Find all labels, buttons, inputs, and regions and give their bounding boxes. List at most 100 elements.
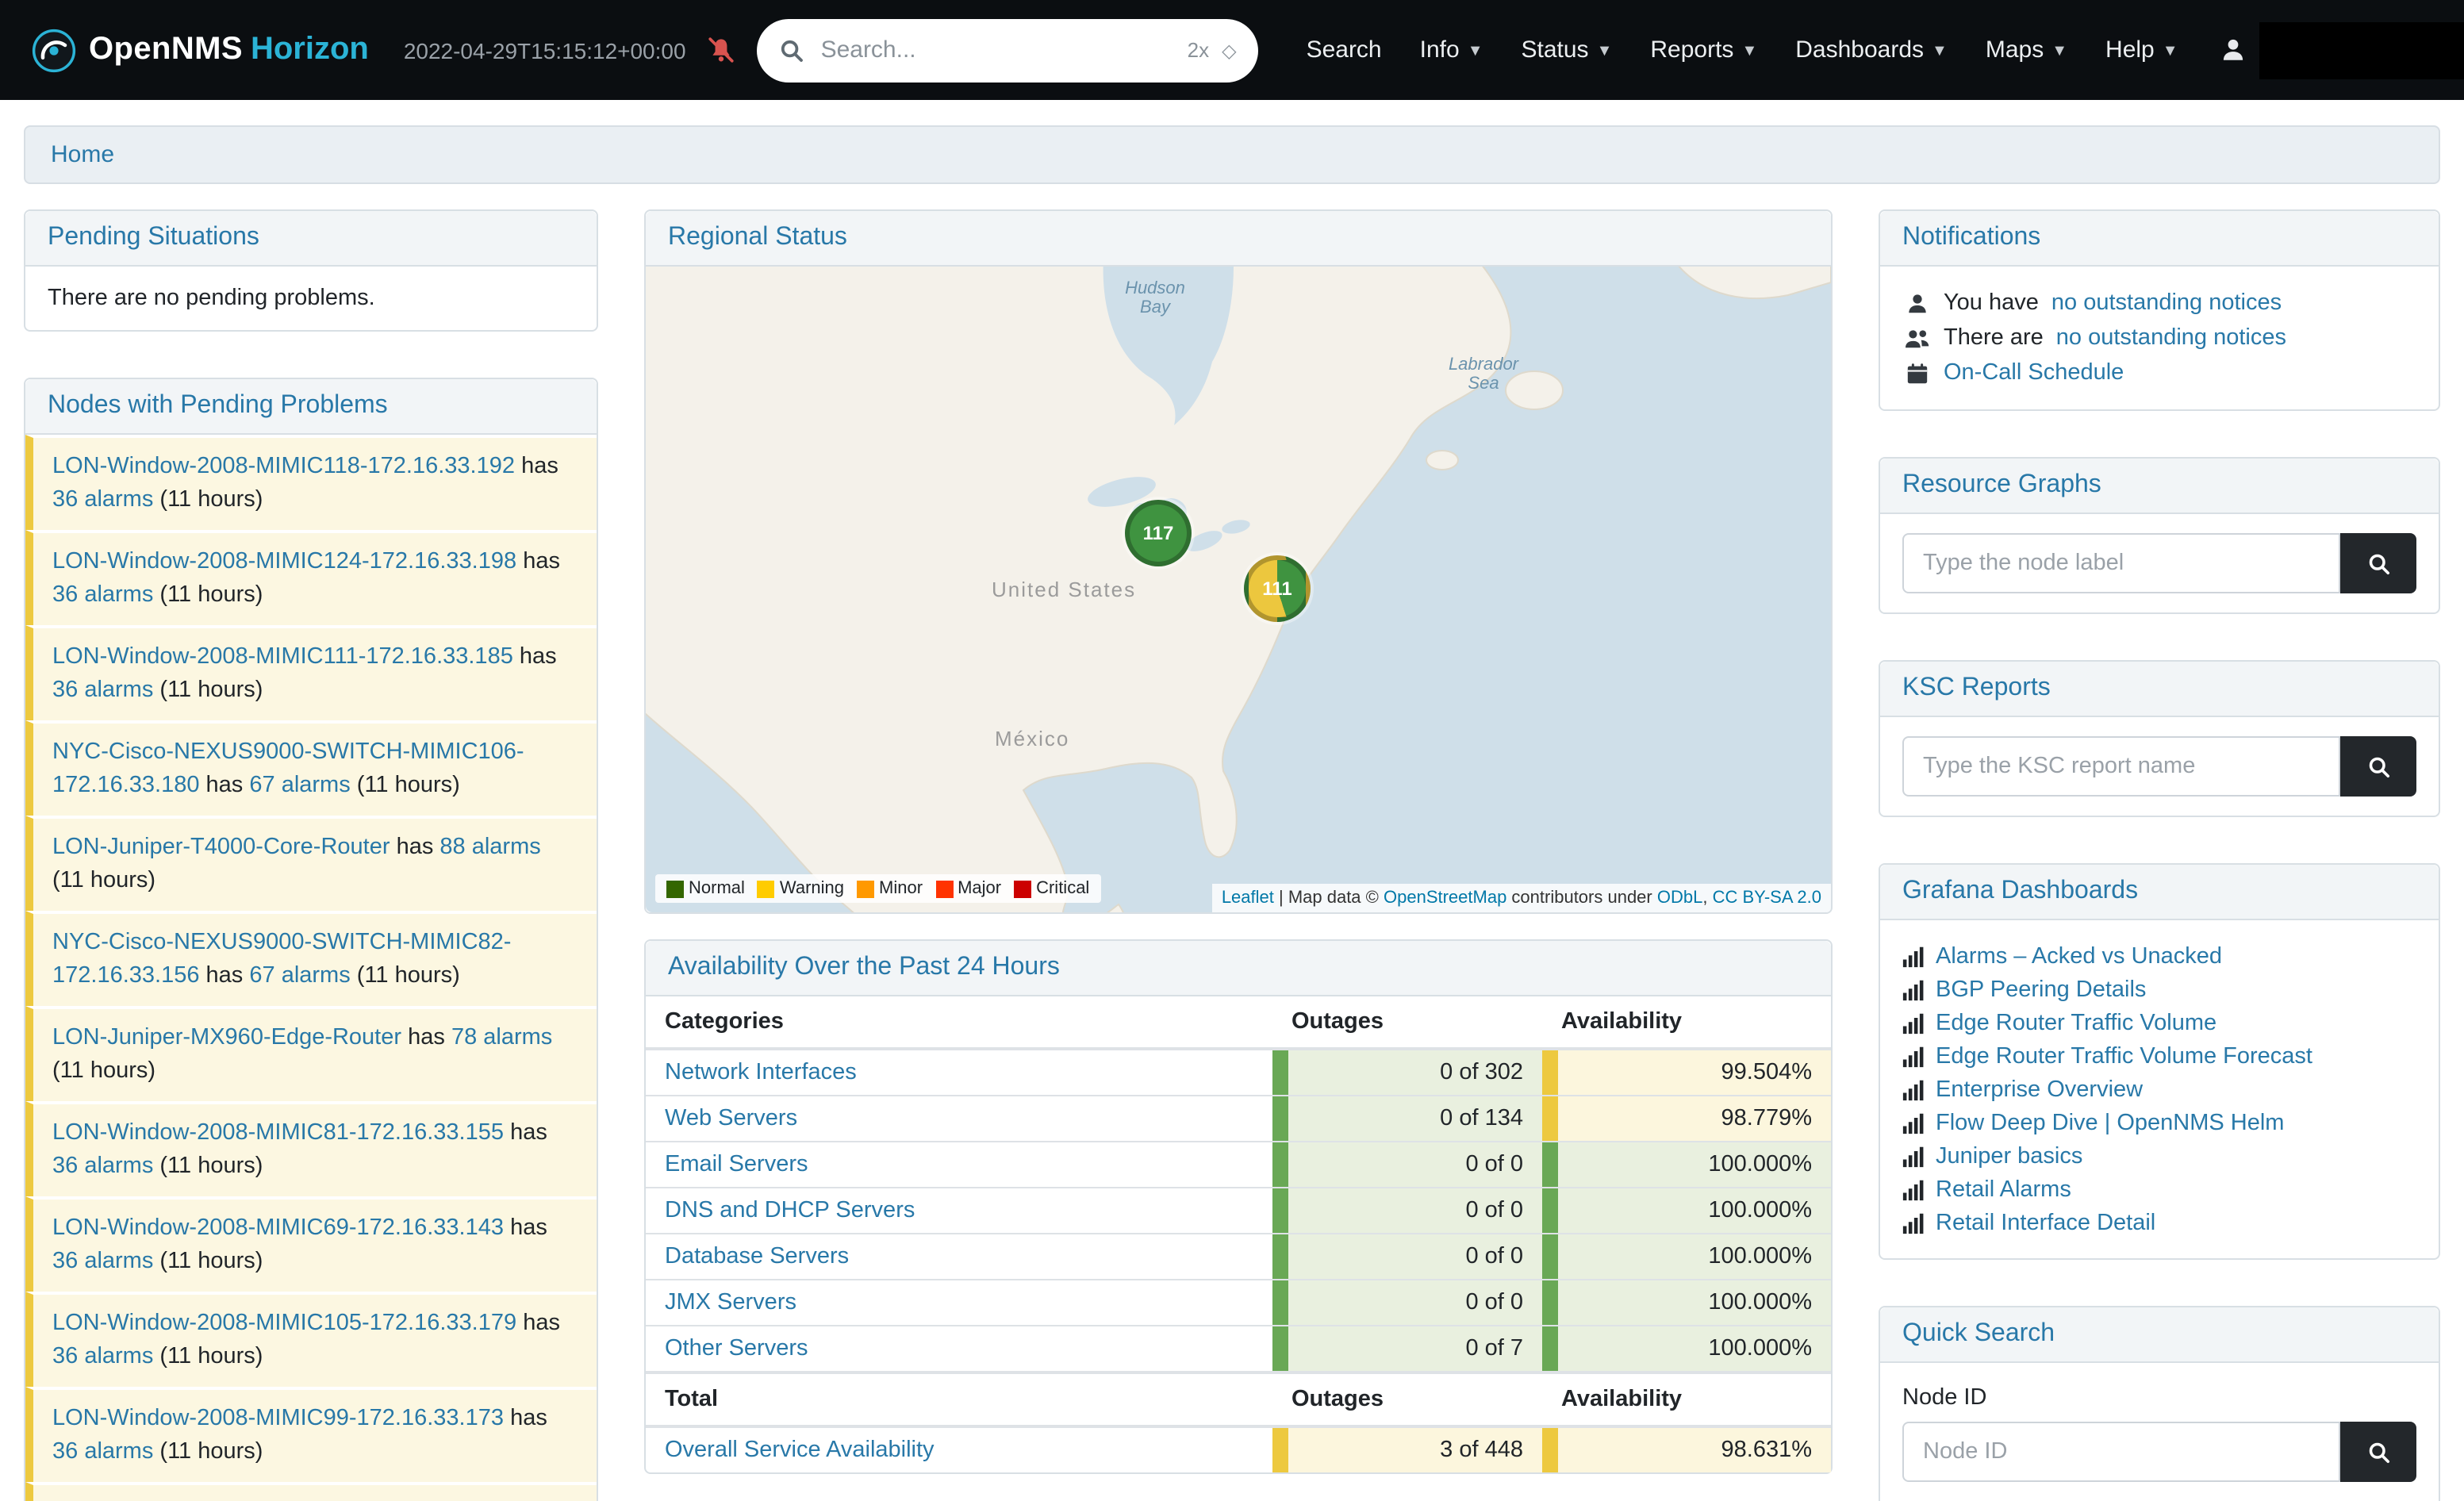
user-icon xyxy=(1902,291,1931,315)
notifications-off-icon[interactable] xyxy=(708,36,735,63)
notification-item: There are no outstanding notices xyxy=(1902,321,2416,355)
grafana-dashboards-title: Grafana Dashboards xyxy=(1880,865,2439,920)
ksc-report-search-input[interactable] xyxy=(1902,736,2340,797)
category-link[interactable]: Email Servers xyxy=(665,1152,808,1177)
alarms-link[interactable]: 36 alarms xyxy=(52,678,153,703)
resource-graphs-search-button[interactable] xyxy=(2340,533,2416,593)
node-label-search-input[interactable] xyxy=(1902,533,2340,593)
pending-node-item: LON-Juniper-MX960-Edge-Router has 78 ala… xyxy=(25,1006,597,1101)
grafana-dashboard-link[interactable]: Flow Deep Dive | OpenNMS Helm xyxy=(1936,1110,2284,1135)
node-has-text: has xyxy=(206,773,244,798)
node-id-label: Node ID xyxy=(1902,1385,2416,1411)
global-search-input[interactable] xyxy=(818,35,1175,65)
cc-license-link[interactable]: CC BY-SA 2.0 xyxy=(1713,889,1821,908)
pending-node-item: LON-Window-2008-MIMIC124-172.16.33.198 h… xyxy=(25,530,597,625)
breadcrumb-home-link[interactable]: Home xyxy=(51,141,114,168)
severity-legend-item: Critical xyxy=(1014,879,1089,898)
username-redacted[interactable] xyxy=(2259,21,2464,79)
nav-menu-item[interactable]: Status▼ xyxy=(1503,36,1632,63)
node-link[interactable]: LON-Window-2008-MIMIC99-172.16.33.173 xyxy=(52,1407,504,1432)
grafana-dashboard-link[interactable]: Alarms – Acked vs Unacked xyxy=(1936,943,2222,969)
node-link[interactable]: LON-Window-2008-MIMIC81-172.16.33.155 xyxy=(52,1120,504,1146)
nodes-pending-problems-card: Nodes with Pending Problems LON-Window-2… xyxy=(24,378,598,1501)
node-link[interactable]: LON-Window-2008-MIMIC69-172.16.33.143 xyxy=(52,1216,504,1242)
grafana-dashboards-card: Grafana Dashboards Alarms – Acked vs Una… xyxy=(1879,863,2440,1260)
notification-prefix: There are xyxy=(1944,325,2044,351)
node-link[interactable]: LON-Window-2008-MIMIC105-172.16.33.179 xyxy=(52,1311,516,1337)
node-link[interactable]: LON-Window-2008-MIMIC118-172.16.33.192 xyxy=(52,454,515,479)
nav-menu-item-label: Status xyxy=(1522,36,1589,63)
nav-menu-item-label: Dashboards xyxy=(1795,36,1924,63)
left-column: Pending Situations There are no pending … xyxy=(24,209,598,1501)
nav-menu-item[interactable]: Maps▼ xyxy=(1967,36,2086,63)
alarms-link[interactable]: 67 alarms xyxy=(249,773,350,798)
map-basemap xyxy=(646,267,1831,912)
opennms-logo[interactable]: OpenNMS Horizon xyxy=(32,28,369,72)
severity-label: Minor xyxy=(879,879,923,898)
grafana-dashboard-link[interactable]: Enterprise Overview xyxy=(1936,1077,2143,1102)
alarms-link[interactable]: 88 alarms xyxy=(439,835,540,860)
nodes-pending-problems-title: Nodes with Pending Problems xyxy=(25,379,597,435)
category-link[interactable]: Database Servers xyxy=(665,1244,849,1269)
outstanding-notices-link[interactable]: no outstanding notices xyxy=(2056,325,2286,351)
node-link[interactable]: LON-Window-2008-MIMIC111-172.16.33.185 xyxy=(52,644,513,670)
map-marker-cluster[interactable]: 111 xyxy=(1244,555,1311,622)
category-link[interactable]: Other Servers xyxy=(665,1336,808,1361)
attribution-text: contributors under xyxy=(1506,889,1657,908)
grafana-dashboard-link[interactable]: BGP Peering Details xyxy=(1936,977,2146,1002)
ksc-reports-search-button[interactable] xyxy=(2340,736,2416,797)
node-id-search-button[interactable] xyxy=(2340,1422,2416,1482)
resource-graphs-title: Resource Graphs xyxy=(1880,459,2439,514)
availability-row: JMX Servers 0 of 0 100.000% xyxy=(646,1279,1831,1325)
global-search[interactable]: 2x ◇ xyxy=(758,18,1259,82)
nav-menu-item[interactable]: Reports▼ xyxy=(1631,36,1776,63)
alarms-link[interactable]: 36 alarms xyxy=(52,487,153,512)
category-link[interactable]: Network Interfaces xyxy=(665,1060,857,1085)
chevron-down-icon: ▼ xyxy=(1468,43,1483,60)
grafana-dashboard-link[interactable]: Edge Router Traffic Volume xyxy=(1936,1010,2216,1035)
alarm-duration: (11 hours) xyxy=(159,1440,263,1465)
alarms-link[interactable]: 78 alarms xyxy=(451,1025,552,1050)
alarms-link[interactable]: 36 alarms xyxy=(52,582,153,608)
map-marker-cluster[interactable]: 117 xyxy=(1125,500,1192,566)
availability-title: Availability Over the Past 24 Hours xyxy=(646,941,1831,996)
alarms-link[interactable]: 36 alarms xyxy=(52,1345,153,1370)
category-link[interactable]: Web Servers xyxy=(665,1106,797,1131)
ksc-reports-title: KSC Reports xyxy=(1880,662,2439,717)
node-link[interactable]: LON-Window-2008-MIMIC124-172.16.33.198 xyxy=(52,549,516,574)
openstreetmap-link[interactable]: OpenStreetMap xyxy=(1384,889,1506,908)
grafana-dashboard-link[interactable]: Retail Alarms xyxy=(1936,1177,2071,1202)
on-call-schedule-link[interactable]: On-Call Schedule xyxy=(1944,360,2124,386)
availability-value: 99.504% xyxy=(1721,1060,1813,1085)
availability-row: Network Interfaces 0 of 302 99.504% xyxy=(646,1050,1831,1095)
node-id-group: Node ID xyxy=(1902,1385,2416,1482)
severity-color-swatch xyxy=(857,880,874,897)
nav-menu-item-label: Search xyxy=(1307,36,1382,63)
availability-row: Email Servers 0 of 0 100.000% xyxy=(646,1141,1831,1187)
category-link[interactable]: DNS and DHCP Servers xyxy=(665,1198,915,1223)
nav-menu-item[interactable]: Info▼ xyxy=(1401,36,1503,63)
grafana-dashboard-link[interactable]: Retail Interface Detail xyxy=(1936,1210,2155,1235)
grafana-dashboard-link[interactable]: Edge Router Traffic Volume Forecast xyxy=(1936,1043,2312,1069)
grafana-dashboard-link[interactable]: Juniper basics xyxy=(1936,1143,2082,1169)
leaflet-link[interactable]: Leaflet xyxy=(1222,889,1274,908)
outstanding-notices-link[interactable]: no outstanding notices xyxy=(2051,290,2282,316)
alarms-link[interactable]: 36 alarms xyxy=(52,1440,153,1465)
node-link[interactable]: LON-Juniper-MX960-Edge-Router xyxy=(52,1025,401,1050)
alarms-link[interactable]: 36 alarms xyxy=(52,1154,153,1179)
overall-availability-link[interactable]: Overall Service Availability xyxy=(665,1438,935,1463)
pending-situations-card: Pending Situations There are no pending … xyxy=(24,209,598,332)
severity-label: Warning xyxy=(780,879,844,898)
pending-node-item: LON-Window-2008-MIMIC69-172.16.33.143 ha… xyxy=(25,1197,597,1292)
nav-menu-item[interactable]: Search▼ xyxy=(1288,36,1401,63)
grafana-dashboard-item: Edge Router Traffic Volume Forecast xyxy=(1902,1039,2416,1073)
regional-status-map[interactable]: Hudson Bay Labrador Sea United States Mé… xyxy=(646,267,1831,912)
nav-menu-item[interactable]: Help▼ xyxy=(2086,36,2197,63)
node-link[interactable]: LON-Juniper-T4000-Core-Router xyxy=(52,835,390,860)
node-id-input[interactable] xyxy=(1902,1422,2340,1482)
alarms-link[interactable]: 36 alarms xyxy=(52,1250,153,1275)
nav-menu-item[interactable]: Dashboards▼ xyxy=(1776,36,1967,63)
alarms-link[interactable]: 67 alarms xyxy=(249,963,350,989)
odbl-link[interactable]: ODbL xyxy=(1657,889,1703,908)
category-link[interactable]: JMX Servers xyxy=(665,1290,796,1315)
